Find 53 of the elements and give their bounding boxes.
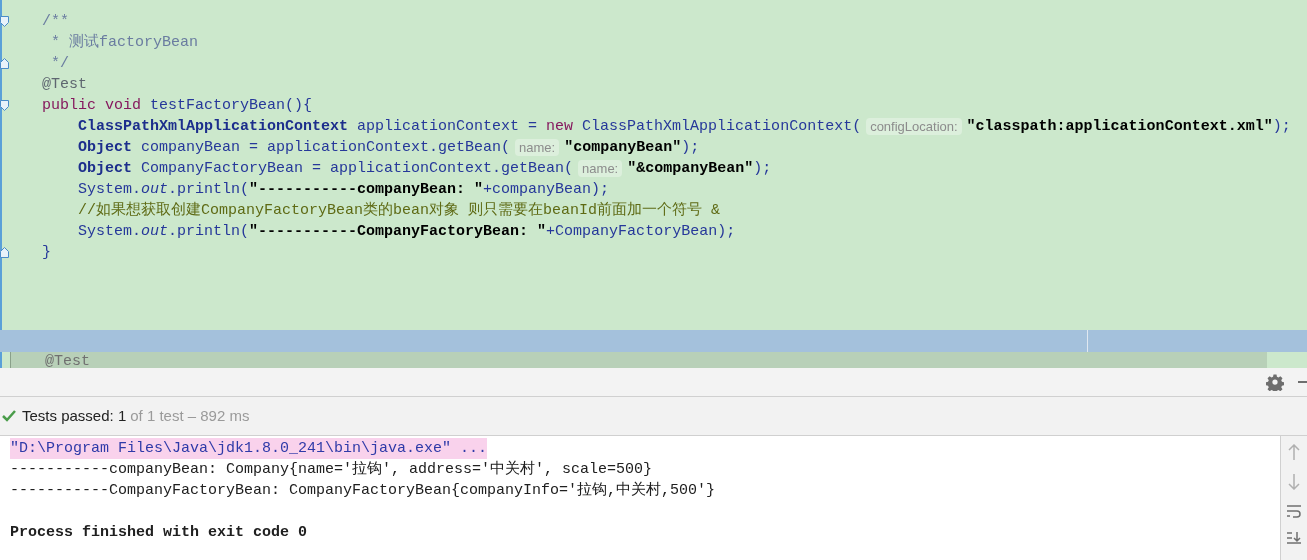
check-icon	[2, 410, 16, 422]
string-literal: "companyBean"	[564, 138, 682, 158]
wrap-icon[interactable]	[1287, 504, 1301, 518]
keyword: public void	[42, 96, 142, 116]
annotation: @Test	[45, 352, 91, 368]
doc-comment: * 测试factoryBean	[50, 32, 199, 53]
parameter-hint: configLocation:	[866, 118, 962, 135]
fold-icon[interactable]	[0, 100, 9, 111]
code-text: );	[753, 159, 772, 179]
scroll-end-icon[interactable]	[1287, 532, 1301, 544]
line-comment: //如果想获取创建CompanyFactoryBean类的bean对象 则只需要在beanId前面加一个符号 &	[78, 200, 721, 221]
fold-icon[interactable]	[0, 16, 9, 27]
code-text: }	[42, 243, 51, 263]
console-line: -----------CompanyFactoryBean: CompanyFactoryBean{companyInfo='拉钩,中关村,500'}	[10, 480, 716, 501]
console-line: -----------companyBean: Company{name='拉钩', address='中关村', scale=500}	[10, 459, 653, 480]
code-text: .println(	[168, 180, 250, 200]
down-arrow-icon[interactable]	[1288, 474, 1300, 490]
code-text: );	[1272, 117, 1291, 137]
annotation: @Test	[42, 75, 87, 95]
code-text: +companyBean);	[483, 180, 610, 200]
parameter-hint: name:	[578, 160, 623, 177]
code-text: CompanyFactoryBean = applicationContext.getBean(	[141, 159, 574, 179]
type-name: Object	[78, 159, 132, 179]
type-name: Object	[78, 138, 132, 158]
string-literal: "-----------companyBean: "	[249, 180, 484, 200]
up-arrow-icon[interactable]	[1288, 444, 1300, 460]
code-text: ClassPathXmlApplicationContext(	[582, 117, 862, 137]
keyword: new	[546, 117, 574, 137]
string-literal: "&companyBean"	[627, 159, 754, 179]
code-text: companyBean = applicationContext.getBean(	[141, 138, 511, 158]
exit-message: Process finished with exit code 0	[10, 523, 308, 543]
field-name: out	[141, 180, 169, 200]
field-name: out	[141, 222, 169, 242]
console-command: "D:\Program Files\Java\jdk1.8.0_241\bin\java.exe" ...	[10, 438, 488, 459]
string-literal: "-----------CompanyFactoryBean: "	[249, 222, 547, 242]
code-text: applicationContext =	[357, 117, 538, 137]
parameter-hint: name:	[515, 139, 560, 156]
code-text: );	[681, 138, 700, 158]
test-status: Tests passed: 1	[22, 405, 127, 426]
code-editor[interactable]	[0, 0, 1307, 330]
unfold-end-icon[interactable]	[0, 58, 9, 69]
code-text: +CompanyFactoryBean);	[546, 222, 736, 242]
code-text: testFactoryBean(){	[150, 96, 313, 116]
settings-icon[interactable]	[1266, 373, 1284, 391]
code-text: System.	[78, 180, 141, 200]
test-detail: of 1 test – 892 ms	[130, 405, 250, 426]
doc-comment: */	[50, 54, 69, 74]
unfold-end-icon[interactable]	[0, 247, 9, 258]
string-literal: "classpath:applicationContext.xml"	[966, 117, 1273, 137]
code-text: .println(	[168, 222, 250, 242]
doc-comment: /**	[42, 12, 69, 32]
type-name: ClassPathXmlApplicationContext	[78, 117, 349, 137]
code-text: System.	[78, 222, 141, 242]
